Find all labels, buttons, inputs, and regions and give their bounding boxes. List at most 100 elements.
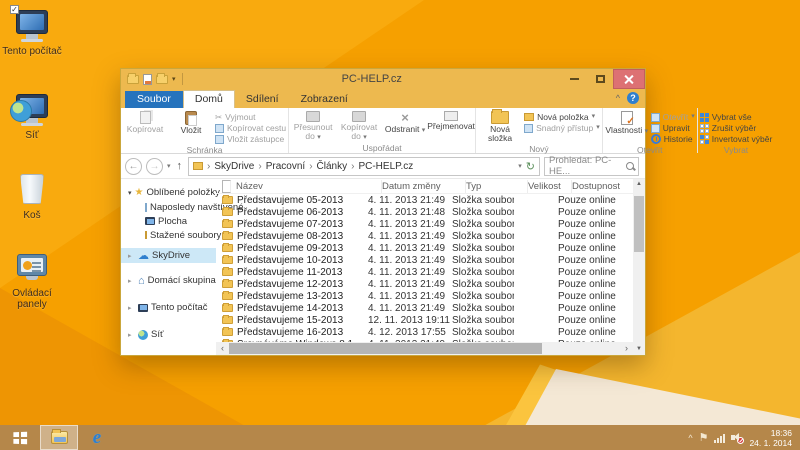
- sidebar-item-network[interactable]: ▸ Síť: [121, 327, 216, 342]
- paste-button[interactable]: Vložit: [169, 110, 213, 135]
- tab-file[interactable]: Soubor: [125, 91, 183, 108]
- qat-properties-icon[interactable]: [143, 74, 152, 85]
- column-header-availability[interactable]: Dostupnost: [572, 180, 633, 193]
- scroll-right-icon[interactable]: ›: [620, 342, 633, 355]
- expander-icon[interactable]: ▸: [128, 331, 135, 339]
- file-row[interactable]: Představujeme 07-2013 4. 11. 2013 21:49 …: [216, 218, 633, 230]
- crumb-pc-help[interactable]: PC-HELP.cz: [358, 161, 413, 172]
- breadcrumb[interactable]: › SkyDrive › Pracovní › Články › PC-HELP…: [188, 157, 540, 176]
- sidebar-item-downloads[interactable]: Stažené soubory: [121, 228, 216, 242]
- new-folder-button[interactable]: Novásložka: [478, 110, 522, 143]
- forward-button[interactable]: →: [146, 158, 163, 175]
- scroll-up-icon[interactable]: ▲: [636, 179, 642, 190]
- file-row[interactable]: Představujeme 05-2013 4. 11. 2013 21:49 …: [216, 194, 633, 206]
- crumb-pracovni[interactable]: Pracovní: [266, 161, 305, 172]
- sidebar-item-this-pc[interactable]: ▸ Tento počítač: [121, 300, 216, 315]
- open-button[interactable]: Otevřít ▾: [651, 112, 695, 122]
- sidebar-favorites[interactable]: ▾ ★ Oblíbené položky: [121, 185, 216, 200]
- up-button[interactable]: ↑: [175, 160, 185, 172]
- vertical-scrollbar[interactable]: ▲ ▼: [633, 179, 645, 355]
- file-row[interactable]: Představujeme 14-2013 4. 11. 2013 21:49 …: [216, 302, 633, 314]
- properties-button[interactable]: ✓ Vlastnosti ▾: [605, 110, 649, 136]
- file-row[interactable]: Představujeme 12-2013 4. 11. 2013 21:49 …: [216, 278, 633, 290]
- tab-view[interactable]: Zobrazení: [290, 91, 359, 108]
- refresh-icon[interactable]: ↻: [526, 160, 535, 173]
- easy-access-button[interactable]: Snadný přístup ▾: [524, 123, 600, 133]
- desktop-icon-this-pc[interactable]: ✓ Tento počítač: [1, 8, 63, 57]
- title-bar[interactable]: ▾ PC-HELP.cz: [121, 69, 645, 89]
- expander-icon[interactable]: ▸: [128, 252, 135, 260]
- collapse-ribbon-icon[interactable]: ^: [616, 93, 620, 103]
- recent-locations-dropdown[interactable]: ▾: [167, 162, 171, 170]
- tab-share[interactable]: Sdílení: [235, 91, 290, 108]
- column-header-name[interactable]: Název: [236, 180, 382, 193]
- file-row[interactable]: Představujeme 15-2013 12. 11. 2013 19:11…: [216, 314, 633, 326]
- minimize-button[interactable]: [561, 69, 587, 89]
- desktop-icon-control-panel[interactable]: Ovládací panely: [1, 250, 63, 310]
- taskbar-clock[interactable]: 18:36 24. 1. 2014: [749, 428, 792, 448]
- rename-button[interactable]: Přejmenovat: [429, 110, 473, 131]
- vertical-scroll-thumb[interactable]: [634, 196, 644, 252]
- file-row[interactable]: Představujeme 06-2013 4. 11. 2013 21:48 …: [216, 206, 633, 218]
- network-icon: [12, 92, 52, 128]
- qat-new-folder-icon[interactable]: [156, 75, 168, 84]
- desktop-icon-recycle-bin[interactable]: Koš: [1, 172, 63, 221]
- tab-home[interactable]: Domů: [183, 90, 235, 108]
- scroll-left-icon[interactable]: ‹: [216, 342, 229, 355]
- copy-path-button[interactable]: Kopírovat cestu: [215, 123, 286, 133]
- qat-dropdown-icon[interactable]: ▾: [172, 75, 176, 83]
- help-icon[interactable]: ?: [627, 92, 639, 104]
- sidebar-item-recent[interactable]: Naposledy navštívené: [121, 200, 216, 214]
- column-header-type[interactable]: Typ: [466, 180, 528, 193]
- move-to-button[interactable]: Přesunout do ▾: [291, 110, 335, 142]
- expander-icon[interactable]: ▸: [128, 304, 135, 312]
- crumb-clanky[interactable]: Články: [317, 161, 348, 172]
- new-item-button[interactable]: Nová položka ▾: [524, 112, 600, 122]
- ribbon: Kopírovat Vložit ✂Vyjmout Kopírovat cest…: [121, 108, 645, 154]
- horizontal-scroll-thumb[interactable]: [229, 343, 542, 354]
- file-row[interactable]: Představujeme 09-2013 4. 11. 2013 21:49 …: [216, 242, 633, 254]
- expander-icon[interactable]: ▾: [128, 189, 132, 197]
- file-row[interactable]: Představujeme 08-2013 4. 11. 2013 21:49 …: [216, 230, 633, 242]
- history-button[interactable]: Historie: [651, 134, 695, 144]
- taskbar-internet-explorer-button[interactable]: e: [78, 425, 116, 450]
- volume-muted-icon[interactable]: [731, 432, 743, 443]
- file-row[interactable]: Představujeme 16-2013 4. 12. 2013 17:55 …: [216, 326, 633, 338]
- file-row[interactable]: Představujeme 11-2013 4. 11. 2013 21:49 …: [216, 266, 633, 278]
- taskbar-file-explorer-button[interactable]: [40, 425, 78, 450]
- action-center-flag-icon[interactable]: ⚑: [699, 431, 709, 444]
- maximize-button[interactable]: [587, 69, 613, 89]
- edit-button[interactable]: Upravit: [651, 123, 695, 133]
- copy-to-button[interactable]: Kopírovat do ▾: [337, 110, 381, 142]
- select-all-button[interactable]: Vybrat vše: [700, 112, 772, 122]
- sidebar-item-homegroup[interactable]: ▸ ⌂ Domácí skupina: [121, 273, 216, 288]
- delete-button[interactable]: × Odstranit ▾: [383, 110, 427, 135]
- scroll-down-icon[interactable]: ▼: [636, 344, 642, 355]
- desktop-icon-network[interactable]: Síť: [1, 92, 63, 141]
- quick-access-toolbar[interactable]: ▾: [127, 73, 183, 85]
- address-dropdown-icon[interactable]: ▾: [518, 162, 522, 170]
- selection-checkbox[interactable]: ✓: [10, 5, 19, 14]
- copy-button[interactable]: Kopírovat: [123, 110, 167, 134]
- sidebar-item-skydrive[interactable]: ▸ ☁ SkyDrive: [121, 248, 216, 263]
- select-all-checkbox[interactable]: [222, 180, 231, 193]
- sidebar-item-desktop[interactable]: Plocha: [121, 214, 216, 228]
- horizontal-scrollbar[interactable]: ‹ ›: [216, 342, 633, 355]
- file-row[interactable]: Představujeme 10-2013 4. 11. 2013 21:49 …: [216, 254, 633, 266]
- control-panel-icon: [12, 250, 52, 286]
- search-input[interactable]: Prohledat: PC-HE...: [544, 157, 639, 176]
- network-signal-icon[interactable]: [714, 433, 725, 443]
- cut-button[interactable]: ✂Vyjmout: [215, 112, 286, 122]
- file-row[interactable]: Představujeme 13-2013 4. 11. 2013 21:49 …: [216, 290, 633, 302]
- select-none-button[interactable]: Zrušit výběr: [700, 123, 772, 133]
- expander-icon[interactable]: ▸: [128, 277, 135, 285]
- hidden-icons-chevron[interactable]: ^: [688, 433, 692, 443]
- paste-shortcut-button[interactable]: Vložit zástupce: [215, 134, 286, 144]
- close-button[interactable]: [613, 69, 645, 89]
- start-button[interactable]: [0, 425, 40, 450]
- crumb-skydrive[interactable]: SkyDrive: [214, 161, 254, 172]
- column-header-date[interactable]: Datum změny: [382, 180, 466, 193]
- back-button[interactable]: ←: [125, 158, 142, 175]
- column-header-size[interactable]: Velikost: [528, 180, 572, 193]
- invert-selection-button[interactable]: Invertovat výběr: [700, 134, 772, 144]
